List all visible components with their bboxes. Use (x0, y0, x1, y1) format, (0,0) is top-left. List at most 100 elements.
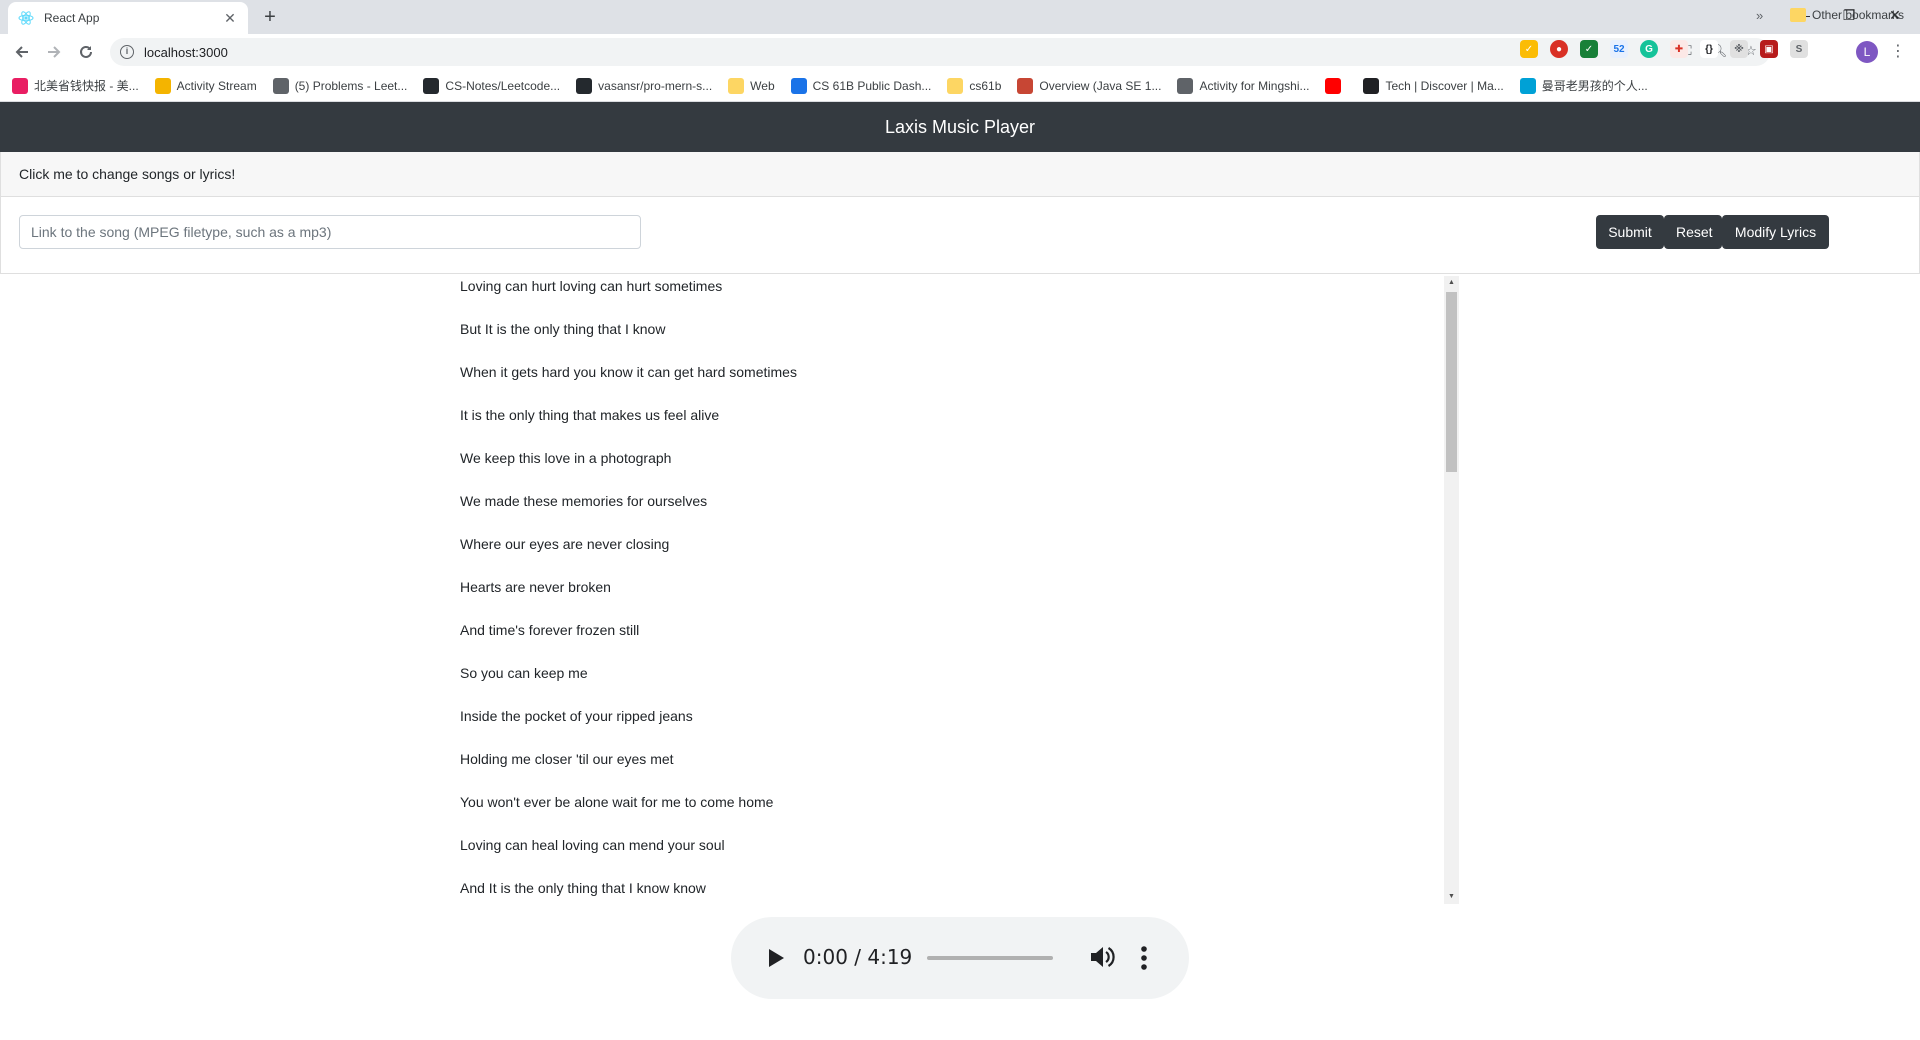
lyric-line: So you can keep me (460, 665, 588, 681)
youtube-icon (1325, 77, 1342, 94)
other-bookmarks-label: Other bookmarks (1812, 8, 1905, 22)
more-bookmarks-icon[interactable]: » (1756, 8, 1763, 23)
submit-button[interactable]: Submit (1596, 215, 1664, 249)
dev-icon (1363, 77, 1380, 94)
bookmark-item[interactable]: Activity Stream (154, 77, 257, 94)
lyric-line: It is the only thing that makes us feel … (460, 407, 720, 423)
settings-body: Submit Reset Modify Lyrics (1, 197, 1919, 273)
lyrics-scrollbar[interactable]: ▲ ▼ (1444, 276, 1459, 904)
profile-avatar[interactable]: L (1856, 41, 1878, 63)
bookmark-item[interactable]: 曼哥老男孩的个人... (1519, 77, 1648, 94)
reload-icon[interactable] (74, 40, 98, 64)
lyric-line: And time's forever frozen still (460, 622, 640, 638)
close-tab-icon[interactable]: ✕ (222, 10, 238, 27)
browser-tabstrip: React App ✕ + — ❐ ✕ (0, 0, 1920, 34)
bookmark-label: Web (750, 78, 775, 93)
song-link-input[interactable] (19, 215, 641, 249)
lyric-line: And It is the only thing that I know kno… (460, 880, 706, 896)
back-icon[interactable] (10, 40, 34, 64)
bookmark-item[interactable]: cs61b (947, 77, 1002, 94)
lyric-line: Where our eyes are never closing (460, 536, 670, 552)
lyric-line: We made these memories for ourselves (460, 493, 708, 509)
lyric-line: But It is the only thing that I know (460, 321, 666, 337)
lyric-line: Loving can heal loving can mend your sou… (460, 837, 725, 853)
modify-lyrics-button[interactable]: Modify Lyrics (1722, 215, 1829, 249)
bookmark-label: 北美省钱快报 - 美... (34, 79, 139, 93)
settings-card: Click me to change songs or lyrics! Subm… (0, 152, 1920, 274)
site-info-icon[interactable]: i (120, 45, 134, 59)
stream-icon (154, 77, 171, 94)
play-icon[interactable] (761, 944, 789, 972)
adblock-icon[interactable]: ● (1550, 40, 1568, 58)
bookmark-item[interactable]: 北美省钱快报 - 美... (12, 77, 139, 94)
browser-tab[interactable]: React App ✕ (8, 2, 248, 34)
bookmark-item[interactable]: CS-Notes/Leetcode... (423, 77, 561, 94)
github-icon (423, 77, 440, 94)
chart-icon (790, 77, 807, 94)
app-title: Laxis Music Player (884, 116, 1036, 137)
folder-icon (728, 77, 745, 94)
url-text: localhost:3000 (144, 44, 228, 60)
moon-icon (12, 77, 28, 94)
folder-icon (947, 77, 964, 94)
lyric-line: Hearts are never broken (460, 579, 611, 595)
extension-icon[interactable]: S (1790, 40, 1808, 58)
lyric-line: Loving can hurt loving can hurt sometime… (460, 278, 723, 294)
player-time: 0:00 / 4:19 (803, 945, 913, 969)
bookmark-label: (5) Problems - Leet... (294, 78, 408, 93)
scroll-up-icon[interactable]: ▲ (1444, 276, 1459, 290)
tab-title: React App (44, 11, 100, 25)
extension-icon[interactable]: ✓ (1520, 40, 1538, 58)
extension-icon[interactable]: ※ (1730, 40, 1748, 58)
extensions-bar: ✓ ● ✓ 52 G ✚ {} ※ ▣ S (1520, 40, 1808, 58)
lyric-line: Inside the pocket of your ripped jeans (460, 708, 693, 724)
player-progress-track[interactable] (927, 956, 1053, 960)
bookmark-label: 曼哥老男孩的个人... (1541, 79, 1648, 93)
clip-icon[interactable]: ✚ (1670, 40, 1688, 58)
json-icon[interactable]: {} (1700, 40, 1718, 58)
bookmark-label: Tech | Discover | Ma... (1385, 78, 1504, 93)
scroll-thumb[interactable] (1446, 292, 1457, 472)
bookmark-item[interactable]: vasansr/pro-mern-s... (576, 77, 713, 94)
person-icon (1177, 77, 1194, 94)
bookmark-item[interactable]: Web (728, 77, 775, 94)
other-bookmarks[interactable]: Other bookmarks (1790, 8, 1904, 22)
bookmark-label: vasansr/pro-mern-s... (598, 78, 713, 93)
bilibili-icon (1519, 77, 1536, 94)
app-navbar: Laxis Music Player (0, 102, 1920, 152)
bookmark-item[interactable]: Tech | Discover | Ma... (1363, 77, 1504, 94)
bookmark-label: Activity Stream (176, 78, 257, 93)
extension-icon[interactable]: ▣ (1760, 40, 1778, 58)
bookmark-label: CS-Notes/Leetcode... (445, 78, 561, 93)
lyric-line: You won't ever be alone wait for me to c… (460, 794, 774, 810)
bookmark-label: Activity for Mingshi... (1199, 78, 1310, 93)
bookmark-item[interactable]: CS 61B Public Dash... (790, 77, 932, 94)
github-icon (576, 77, 593, 94)
reset-button[interactable]: Reset (1664, 215, 1722, 249)
bookmark-item[interactable]: (5) Problems - Leet... (272, 77, 408, 94)
browser-menu-icon[interactable]: ⋮ (1888, 40, 1908, 64)
new-tab-icon[interactable]: + (258, 6, 282, 30)
shield-icon[interactable]: ✓ (1580, 40, 1598, 58)
lyric-line: We keep this love in a photograph (460, 450, 672, 466)
settings-toggle[interactable]: Click me to change songs or lyrics! (1, 152, 1919, 197)
calendar-icon[interactable]: 52 (1610, 40, 1628, 58)
react-icon (18, 11, 34, 25)
scroll-down-icon[interactable]: ▼ (1444, 890, 1459, 904)
bookmark-label: CS 61B Public Dash... (812, 78, 932, 93)
oracle-icon (1017, 77, 1034, 94)
bookmark-item[interactable]: Overview (Java SE 1... (1017, 77, 1162, 94)
bookmark-item[interactable]: Activity for Mingshi... (1177, 77, 1310, 94)
globe-icon (272, 77, 289, 94)
grammarly-icon[interactable]: G (1640, 40, 1658, 58)
lyrics-panel[interactable]: Loving can hurt loving can hurt sometime… (460, 276, 1459, 904)
bookmarks-bar: 北美省钱快报 - 美... Activity Stream (5) Problems… (0, 70, 1920, 102)
lyric-line: When it gets hard you know it can get ha… (460, 364, 797, 380)
bookmark-label: Overview (Java SE 1... (1039, 78, 1162, 93)
audio-player: 0:00 / 4:19 (731, 917, 1189, 999)
bookmark-item[interactable] (1325, 77, 1347, 94)
more-options-icon[interactable] (1137, 943, 1151, 973)
bookmark-label: cs61b (969, 78, 1002, 93)
volume-icon[interactable] (1088, 943, 1116, 971)
forward-icon[interactable] (42, 40, 66, 64)
